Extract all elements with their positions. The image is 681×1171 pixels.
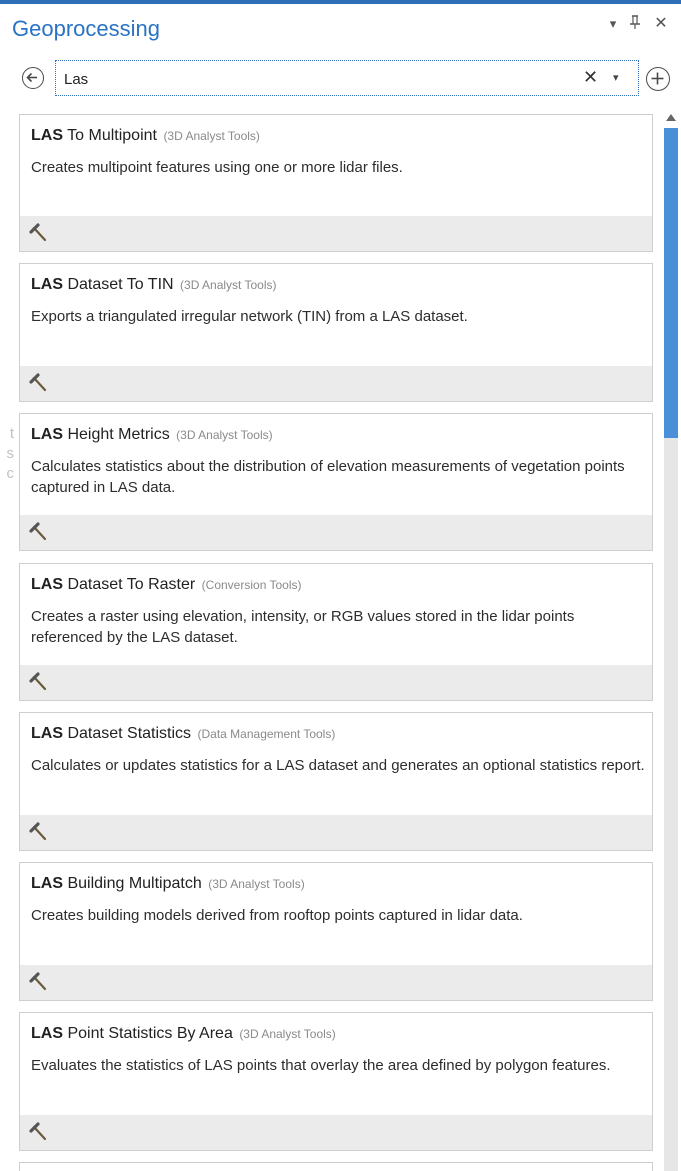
search-results-list: LAS To Multipoint (3D Analyst Tools) Cre… xyxy=(19,114,655,1171)
result-card-partial[interactable] xyxy=(19,1162,653,1171)
search-row: ✕ ▾ xyxy=(0,58,681,102)
result-title-prefix: LAS xyxy=(31,276,63,293)
result-toolbox-label: (3D Analyst Tools) xyxy=(180,278,277,292)
result-toolbox-label: (Conversion Tools) xyxy=(201,578,302,592)
result-card[interactable]: LAS Point Statistics By Area (3D Analyst… xyxy=(19,1012,653,1151)
result-title: LAS Dataset To TIN (3D Analyst Tools) xyxy=(31,276,641,294)
background-text-fragment: s xyxy=(6,445,15,462)
result-title-prefix: LAS xyxy=(31,725,63,742)
result-card-footer xyxy=(20,366,652,401)
results-scrollbar[interactable] xyxy=(664,114,678,1171)
result-description: Evaluates the statistics of LAS points t… xyxy=(31,1057,611,1074)
hammer-icon xyxy=(29,223,47,242)
search-options-dropdown[interactable]: ▾ xyxy=(613,71,619,84)
result-title: LAS To Multipoint (3D Analyst Tools) xyxy=(31,127,641,145)
result-description: Creates a raster using elevation, intens… xyxy=(31,608,575,646)
result-card-footer xyxy=(20,965,652,1000)
result-title-prefix: LAS xyxy=(31,426,63,443)
hammer-icon xyxy=(29,373,47,392)
result-description: Exports a triangulated irregular network… xyxy=(31,308,468,325)
result-toolbox-label: (3D Analyst Tools) xyxy=(208,877,305,891)
hammer-icon xyxy=(29,672,47,691)
result-toolbox-label: (3D Analyst Tools) xyxy=(239,1027,336,1041)
plus-circle-icon xyxy=(651,72,664,85)
result-toolbox-label: (3D Analyst Tools) xyxy=(163,129,260,143)
auto-hide-pin-icon[interactable] xyxy=(626,14,644,36)
result-card[interactable]: LAS Height Metrics (3D Analyst Tools) Ca… xyxy=(19,413,653,551)
result-tool-name: Building Multipatch xyxy=(63,875,202,892)
pane-options-dropdown-icon[interactable]: ▾ xyxy=(604,14,622,34)
result-description: Creates building models derived from roo… xyxy=(31,907,523,924)
scroll-up-icon[interactable] xyxy=(666,114,676,121)
result-title-prefix: LAS xyxy=(31,127,63,144)
result-title-prefix: LAS xyxy=(31,576,63,593)
hammer-icon xyxy=(29,822,47,841)
result-title-prefix: LAS xyxy=(31,875,63,892)
scrollbar-track[interactable] xyxy=(664,438,678,1171)
result-card-footer xyxy=(20,216,652,251)
result-tool-name: Dataset To Raster xyxy=(63,576,196,593)
hammer-icon xyxy=(29,1122,47,1141)
background-text-fragments: t s c xyxy=(0,424,15,484)
add-button[interactable] xyxy=(646,67,670,91)
pin-icon xyxy=(630,15,640,29)
result-description: Calculates or updates statistics for a L… xyxy=(31,757,645,774)
result-card-footer xyxy=(20,1115,652,1150)
result-card[interactable]: LAS Dataset To Raster (Conversion Tools)… xyxy=(19,563,653,701)
result-card[interactable]: LAS To Multipoint (3D Analyst Tools) Cre… xyxy=(19,114,653,252)
back-button[interactable] xyxy=(22,67,44,89)
pane-titlebar: Geoprocessing ▾ ✕ xyxy=(0,4,681,54)
result-toolbox-label: (Data Management Tools) xyxy=(197,727,336,741)
search-input[interactable] xyxy=(64,67,564,91)
result-card-footer xyxy=(20,515,652,550)
result-tool-name: Height Metrics xyxy=(63,426,170,443)
result-title: LAS Dataset Statistics (Data Management … xyxy=(31,725,641,743)
result-card-footer xyxy=(20,815,652,850)
result-card[interactable]: LAS Dataset To TIN (3D Analyst Tools) Ex… xyxy=(19,263,653,402)
result-title: LAS Building Multipatch (3D Analyst Tool… xyxy=(31,875,641,893)
result-card[interactable]: LAS Building Multipatch (3D Analyst Tool… xyxy=(19,862,653,1001)
result-tool-name: Point Statistics By Area xyxy=(63,1025,233,1042)
result-title-prefix: LAS xyxy=(31,1025,63,1042)
result-toolbox-label: (3D Analyst Tools) xyxy=(176,428,273,442)
result-description: Calculates statistics about the distribu… xyxy=(31,458,625,496)
result-description: Creates multipoint features using one or… xyxy=(31,159,403,176)
result-title: LAS Point Statistics By Area (3D Analyst… xyxy=(31,1025,641,1043)
search-box: ✕ ▾ xyxy=(55,60,639,96)
background-text-fragment: c xyxy=(6,465,15,482)
result-title: LAS Dataset To Raster (Conversion Tools) xyxy=(31,576,641,594)
pane-title: Geoprocessing xyxy=(12,16,160,41)
pane-close-button[interactable]: ✕ xyxy=(652,14,670,34)
result-card-footer xyxy=(20,665,652,700)
arrow-left-circle-icon xyxy=(26,72,37,83)
result-tool-name: To Multipoint xyxy=(63,127,157,144)
result-card[interactable]: LAS Dataset Statistics (Data Management … xyxy=(19,712,653,851)
result-tool-name: Dataset Statistics xyxy=(63,725,192,742)
result-tool-name: Dataset To TIN xyxy=(63,276,174,293)
clear-search-button[interactable]: ✕ xyxy=(583,67,598,88)
scrollbar-thumb[interactable] xyxy=(664,128,678,438)
background-text-fragment: t xyxy=(9,425,14,442)
result-title: LAS Height Metrics (3D Analyst Tools) xyxy=(31,426,641,444)
hammer-icon xyxy=(29,972,47,991)
hammer-icon xyxy=(29,522,47,541)
